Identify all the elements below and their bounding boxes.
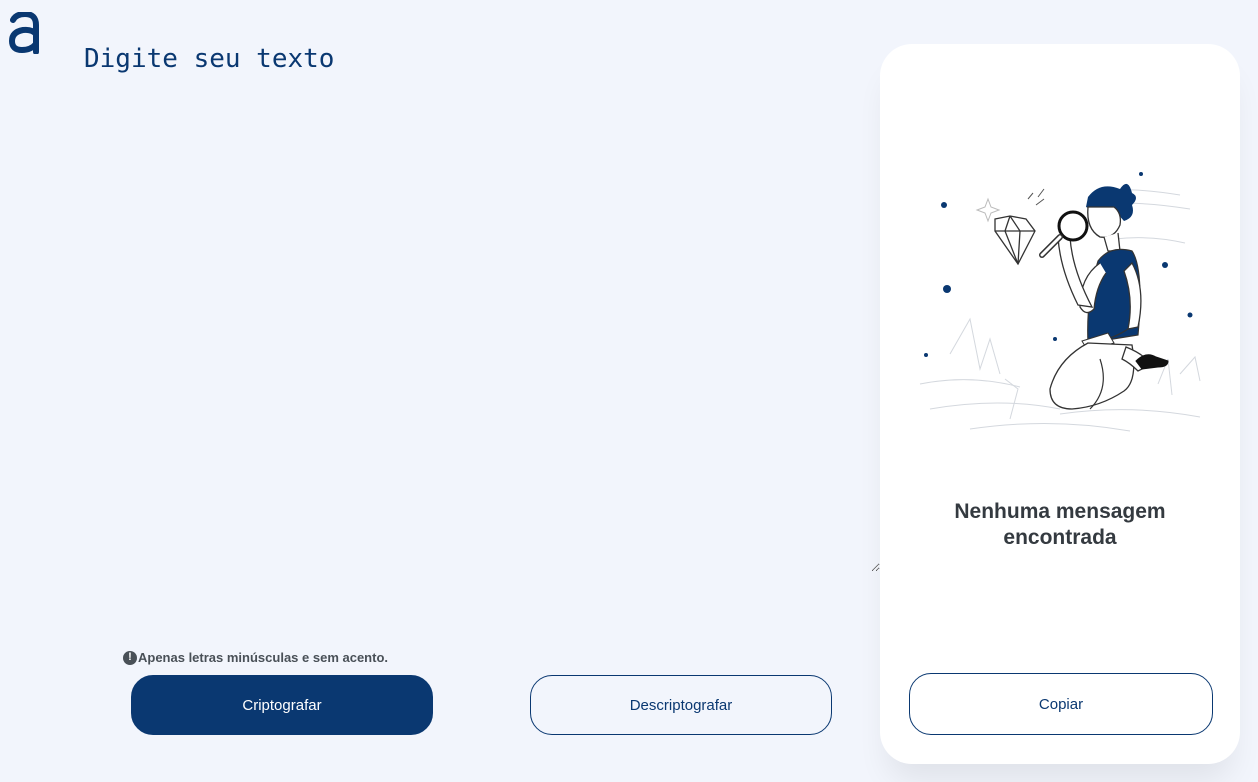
- encrypt-button-label: Criptografar: [242, 696, 322, 714]
- input-warning: ! Apenas letras minúsculas e sem acento.: [123, 650, 388, 665]
- encrypt-button[interactable]: Criptografar: [131, 675, 433, 735]
- copy-button-label: Copiar: [1038, 695, 1084, 713]
- alura-logo-icon[interactable]: [8, 12, 42, 54]
- person-with-magnifying-glass-illustration: [919, 172, 1201, 432]
- decrypt-button[interactable]: Descriptografar: [530, 675, 832, 735]
- decrypt-button-label: Descriptografar: [629, 696, 733, 714]
- warning-text: Apenas letras minúsculas e sem acento.: [138, 650, 388, 665]
- empty-message-title: Nenhuma mensagem encontrada: [954, 500, 1166, 549]
- copy-button[interactable]: Copiar: [909, 673, 1213, 735]
- exclamation-circle-icon: !: [123, 650, 137, 665]
- output-panel: Nenhuma mensagem encontrada Copiar: [880, 44, 1240, 764]
- message-input[interactable]: [80, 40, 880, 572]
- page: ! Apenas letras minúsculas e sem acento.…: [0, 0, 1258, 782]
